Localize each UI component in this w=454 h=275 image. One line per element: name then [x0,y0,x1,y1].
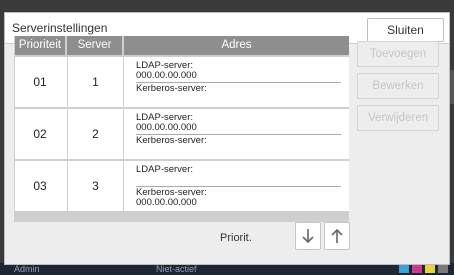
add-button[interactable]: Toevoegen [357,41,439,67]
kerberos-address: Kerberos-server: 000.00.00.000 [136,188,336,208]
table-row[interactable]: 02 2 LDAP-server: 000.00.00.000 Kerberos… [15,109,349,159]
ldap-address: LDAP-server: 000.00.00.000 [136,61,336,81]
column-header-address: Adres [124,36,349,55]
dialog-title: Serverinstellingen [12,21,108,35]
row-priority: 02 [33,127,47,141]
ldap-value: 000.00.00.000 [136,70,197,81]
ink-levels [399,265,448,273]
edit-button[interactable]: Bewerken [357,73,439,99]
column-header-server: Server [67,36,122,55]
row-address: LDAP-server: 000.00.00.000 Kerberos-serv… [124,109,349,159]
row-server: 1 [67,57,124,107]
ink-black-icon [438,265,448,273]
status-user: Admin [14,264,40,274]
row-address: LDAP-server: 000.00.00.000 Kerberos-serv… [124,57,349,107]
table-row[interactable]: 01 1 LDAP-server: 000.00.00.000 Kerberos… [15,57,349,107]
ink-yellow-icon [425,265,435,273]
row-priority: 03 [33,179,47,193]
ldap-value: 000.00.00.000 [136,122,197,133]
move-up-button[interactable] [324,222,350,250]
delete-button[interactable]: Verwijderen [357,105,439,131]
column-header-priority: Prioriteit [15,36,65,55]
row-address: LDAP-server: Kerberos-server: 000.00.00.… [124,161,349,211]
ink-cyan-icon [399,265,409,273]
row-server: 3 [67,161,124,211]
table-header: Prioriteit Server Adres [14,36,349,55]
kerberos-address: Kerberos-server: [136,84,336,94]
arrow-up-icon [331,228,343,243]
status-state: Niet-actief [156,264,197,274]
kerberos-label: Kerberos-server: [136,83,207,94]
ldap-address: LDAP-server: 000.00.00.000 [136,113,336,133]
status-bar: Admin Niet-actief [0,263,454,275]
close-button[interactable]: Sluiten [367,18,444,42]
server-table: Prioriteit Server Adres 01 1 LDAP-server… [14,36,349,222]
row-server: 2 [67,109,124,159]
ldap-label: LDAP-server: [136,164,194,175]
ldap-address: LDAP-server: [136,165,336,175]
table-row[interactable]: 03 3 LDAP-server: Kerberos-server: 000.0… [15,161,349,211]
row-priority: 01 [33,75,47,89]
kerberos-address: Kerberos-server: [136,136,336,146]
ink-magenta-icon [412,265,422,273]
arrow-down-icon [302,229,314,244]
move-down-button[interactable] [295,222,321,250]
kerberos-label: Kerberos-server: [136,135,207,146]
kerberos-value: 000.00.00.000 [136,197,197,208]
priority-label: Priorit. [220,232,252,244]
